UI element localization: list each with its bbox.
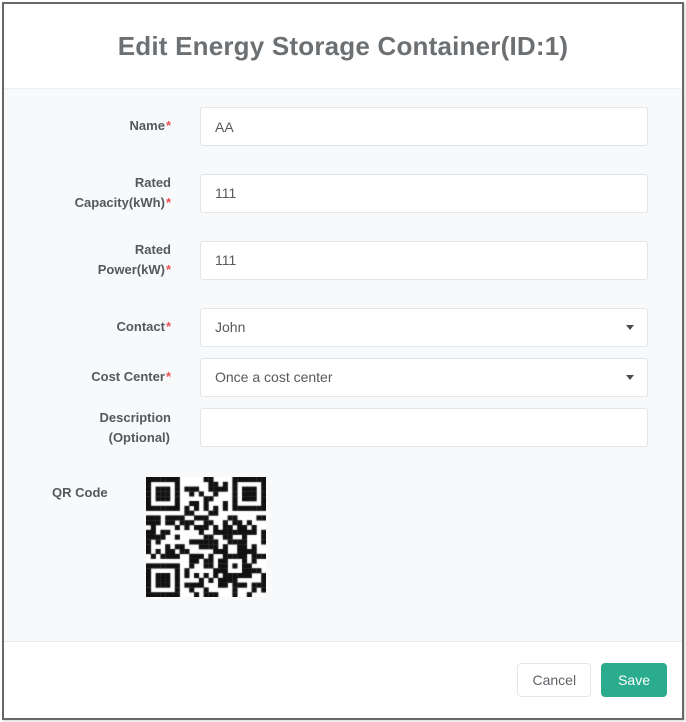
required-asterisk: *	[166, 118, 171, 133]
required-asterisk: *	[166, 262, 171, 277]
form-row-rated-power: Rated Power(kW)*	[4, 240, 648, 280]
form-row-contact: Contact* John	[4, 308, 648, 347]
rated-power-input[interactable]	[200, 241, 648, 280]
contact-selected-value: John	[215, 319, 245, 335]
required-asterisk: *	[166, 369, 171, 384]
qr-code-label: QR Code	[4, 477, 146, 500]
rated-capacity-input[interactable]	[200, 174, 648, 213]
rated-power-label: Rated Power(kW)*	[4, 240, 200, 280]
name-label: Name*	[4, 116, 200, 136]
caret-down-icon	[626, 375, 634, 380]
rated-capacity-label: Rated Capacity(kWh)*	[4, 173, 200, 213]
form-row-description: Description (Optional)	[4, 408, 648, 448]
dialog-footer: Cancel Save	[4, 641, 682, 718]
caret-down-icon	[626, 325, 634, 330]
edit-energy-storage-container-dialog: Edit Energy Storage Container(ID:1) Name…	[2, 2, 684, 720]
cost-center-select[interactable]: Once a cost center	[200, 358, 648, 397]
cost-center-label: Cost Center*	[4, 367, 200, 387]
form-row-name: Name*	[4, 107, 648, 146]
dialog-header: Edit Energy Storage Container(ID:1)	[4, 4, 682, 89]
cost-center-selected-value: Once a cost center	[215, 369, 333, 385]
dialog-title: Edit Energy Storage Container(ID:1)	[118, 31, 569, 62]
qr-code-container	[146, 477, 266, 597]
contact-label: Contact*	[4, 317, 200, 337]
form-row-rated-capacity: Rated Capacity(kWh)*	[4, 173, 648, 213]
save-button[interactable]: Save	[601, 663, 667, 697]
dialog-body: Name* Rated Capacity(kWh)* Rated Power(k…	[4, 89, 682, 641]
contact-select[interactable]: John	[200, 308, 648, 347]
form-row-cost-center: Cost Center* Once a cost center	[4, 358, 648, 397]
name-input[interactable]	[200, 107, 648, 146]
qr-code-image	[146, 477, 266, 597]
description-label: Description (Optional)	[4, 408, 200, 448]
description-input[interactable]	[200, 408, 648, 447]
required-asterisk: *	[166, 195, 171, 210]
required-asterisk: *	[166, 319, 171, 334]
cancel-button[interactable]: Cancel	[517, 663, 591, 697]
form-row-qr-code: QR Code	[4, 477, 648, 597]
